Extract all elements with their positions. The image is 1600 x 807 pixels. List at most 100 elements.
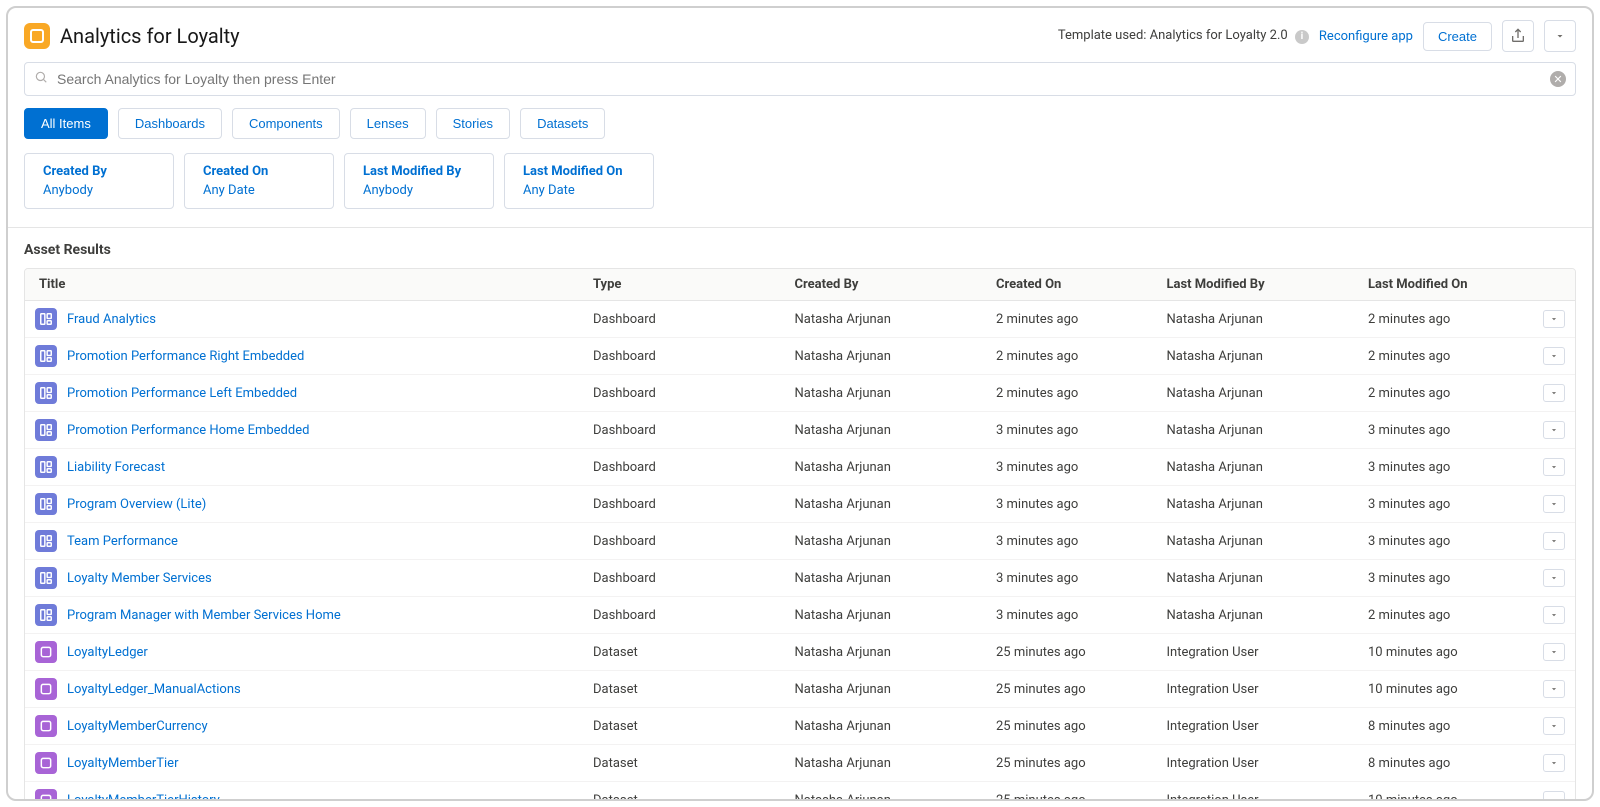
dataset-icon [35, 715, 57, 737]
header-left: Analytics for Loyalty [24, 23, 240, 49]
filter-last-modified-on[interactable]: Last Modified OnAny Date [504, 153, 654, 209]
row-actions-button[interactable] [1543, 680, 1565, 698]
row-actions-button[interactable] [1543, 754, 1565, 772]
row-actions-button[interactable] [1543, 569, 1565, 587]
row-actions-button[interactable] [1543, 717, 1565, 735]
clear-search-button[interactable]: ✕ [1550, 71, 1566, 87]
cell-modified-by: Natasha Arjunan [1157, 449, 1359, 486]
cell-type: Dashboard [583, 449, 785, 486]
row-actions-button[interactable] [1543, 532, 1565, 550]
asset-title-link[interactable]: LoyaltyMemberTier [67, 756, 178, 771]
cell-type: Dataset [583, 671, 785, 708]
dataset-icon [35, 752, 57, 774]
row-actions-button[interactable] [1543, 347, 1565, 365]
asset-title-link[interactable]: Team Performance [67, 534, 178, 549]
chevron-down-icon [1549, 425, 1559, 435]
filter-created-on[interactable]: Created OnAny Date [184, 153, 334, 209]
cell-created-by: Natasha Arjunan [785, 634, 987, 671]
chevron-down-icon [1549, 462, 1559, 472]
cell-created-by: Natasha Arjunan [785, 338, 987, 375]
cell-type: Dashboard [583, 486, 785, 523]
cell-modified-on: 2 minutes ago [1358, 301, 1529, 338]
row-actions-button[interactable] [1543, 384, 1565, 402]
asset-title-link[interactable]: Liability Forecast [67, 460, 165, 475]
chevron-down-icon [1549, 647, 1559, 657]
filter-row: Created ByAnybodyCreated OnAny DateLast … [18, 153, 1582, 227]
share-button[interactable] [1502, 20, 1534, 52]
asset-title-link[interactable]: Promotion Performance Left Embedded [67, 386, 297, 401]
app-frame: Analytics for Loyalty Template used: Ana… [6, 6, 1594, 801]
table-row: Fraud AnalyticsDashboardNatasha Arjunan2… [25, 301, 1575, 338]
row-actions-button[interactable] [1543, 458, 1565, 476]
cell-created-by: Natasha Arjunan [785, 671, 987, 708]
cell-created-on: 3 minutes ago [986, 597, 1157, 634]
row-actions-button[interactable] [1543, 421, 1565, 439]
info-icon[interactable]: i [1295, 30, 1309, 44]
asset-title-link[interactable]: Promotion Performance Home Embedded [67, 423, 309, 438]
table-row: LoyaltyMemberTierHistoryDatasetNatasha A… [25, 782, 1575, 802]
column-type[interactable]: Type [583, 269, 785, 301]
cell-created-by: Natasha Arjunan [785, 597, 987, 634]
row-actions-button[interactable] [1543, 643, 1565, 661]
asset-title-link[interactable]: Fraud Analytics [67, 312, 156, 327]
row-actions-button[interactable] [1543, 310, 1565, 328]
column-title[interactable]: Title [25, 269, 583, 301]
row-actions-button[interactable] [1543, 791, 1565, 801]
table-row: LoyaltyMemberTierDatasetNatasha Arjunan2… [25, 745, 1575, 782]
table-row: LoyaltyMemberCurrencyDatasetNatasha Arju… [25, 708, 1575, 745]
chevron-down-icon [1549, 795, 1559, 801]
chevron-down-icon [1549, 758, 1559, 768]
table-row: Program Manager with Member Services Hom… [25, 597, 1575, 634]
table-row: LoyaltyLedgerDatasetNatasha Arjunan25 mi… [25, 634, 1575, 671]
asset-title-link[interactable]: LoyaltyLedger [67, 645, 148, 660]
create-button[interactable]: Create [1423, 22, 1492, 51]
tab-dashboards[interactable]: Dashboards [118, 108, 222, 139]
asset-title-link[interactable]: Program Manager with Member Services Hom… [67, 608, 341, 623]
asset-title-link[interactable]: Promotion Performance Right Embedded [67, 349, 304, 364]
reconfigure-app-link[interactable]: Reconfigure app [1319, 29, 1413, 44]
cell-modified-by: Integration User [1157, 671, 1359, 708]
cell-modified-by: Natasha Arjunan [1157, 375, 1359, 412]
column-created-on[interactable]: Created On [986, 269, 1157, 301]
row-actions-button[interactable] [1543, 495, 1565, 513]
cell-modified-on: 10 minutes ago [1358, 782, 1529, 802]
asset-title-link[interactable]: LoyaltyMemberTierHistory [67, 793, 220, 802]
cell-created-by: Natasha Arjunan [785, 412, 987, 449]
column-created-by[interactable]: Created By [785, 269, 987, 301]
cell-created-by: Natasha Arjunan [785, 745, 987, 782]
table-row: Loyalty Member ServicesDashboardNatasha … [25, 560, 1575, 597]
cell-modified-on: 2 minutes ago [1358, 597, 1529, 634]
more-actions-button[interactable] [1544, 20, 1576, 52]
cell-created-by: Natasha Arjunan [785, 375, 987, 412]
cell-created-by: Natasha Arjunan [785, 449, 987, 486]
tab-all-items[interactable]: All Items [24, 108, 108, 139]
chevron-down-icon [1549, 499, 1559, 509]
filter-last-modified-by[interactable]: Last Modified ByAnybody [344, 153, 494, 209]
template-used-label: Template used: Analytics for Loyalty 2.0… [1058, 28, 1309, 44]
asset-title-link[interactable]: Program Overview (Lite) [67, 497, 206, 512]
dashboard-icon [35, 604, 57, 626]
column-last-modified-on[interactable]: Last Modified On [1358, 269, 1529, 301]
row-actions-button[interactable] [1543, 606, 1565, 624]
tab-datasets[interactable]: Datasets [520, 108, 605, 139]
dashboard-icon [35, 345, 57, 367]
tab-components[interactable]: Components [232, 108, 340, 139]
cell-created-on: 25 minutes ago [986, 782, 1157, 802]
column-last-modified-by[interactable]: Last Modified By [1157, 269, 1359, 301]
cell-type: Dashboard [583, 375, 785, 412]
asset-title-link[interactable]: LoyaltyLedger_ManualActions [67, 682, 241, 697]
asset-title-link[interactable]: LoyaltyMemberCurrency [67, 719, 208, 734]
filter-title: Created By [43, 164, 155, 179]
filter-created-by[interactable]: Created By Anybody [24, 153, 174, 209]
table-row: Team PerformanceDashboardNatasha Arjunan… [25, 523, 1575, 560]
asset-title-link[interactable]: Loyalty Member Services [67, 571, 212, 586]
dashboard-icon [35, 530, 57, 552]
search-input[interactable] [24, 62, 1576, 96]
cell-modified-on: 3 minutes ago [1358, 523, 1529, 560]
tab-stories[interactable]: Stories [436, 108, 510, 139]
table-row: Program Overview (Lite)DashboardNatasha … [25, 486, 1575, 523]
chevron-down-icon [1549, 314, 1559, 324]
tab-lenses[interactable]: Lenses [350, 108, 426, 139]
filter-value: Anybody [43, 183, 155, 198]
filter-value: Any Date [523, 183, 635, 198]
